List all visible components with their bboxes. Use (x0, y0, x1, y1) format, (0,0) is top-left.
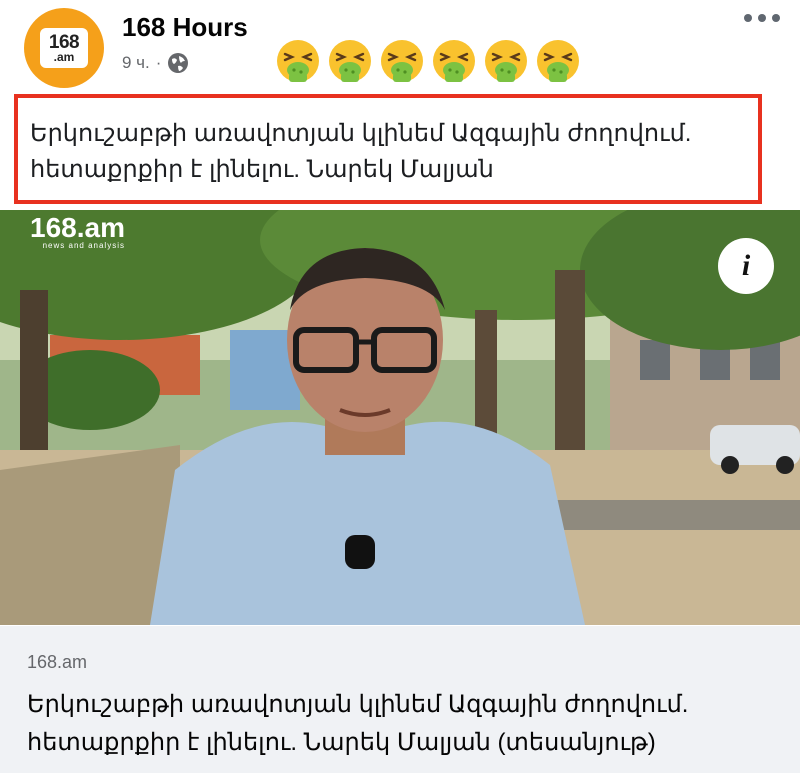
post-meta: 9 ч. · (122, 52, 189, 74)
post-text-line-1: Երկուշաբթի առավոտյան կլինեմ Ազգային ժողո… (30, 120, 692, 147)
vomiting-face-icon (329, 40, 371, 82)
more-options-icon[interactable] (744, 14, 780, 22)
vomiting-face-icon (485, 40, 527, 82)
link-domain: 168.am (27, 652, 88, 672)
post-time[interactable]: 9 ч. (122, 53, 150, 73)
info-icon: i (741, 249, 751, 282)
vomiting-face-icon (537, 40, 579, 82)
vomiting-face-icon (277, 40, 319, 82)
page-avatar[interactable]: 168 .am (24, 8, 104, 88)
vomiting-face-icon (381, 40, 423, 82)
video-watermark-tagline: news and analysis (42, 241, 125, 250)
video-thumbnail[interactable]: 168.am news and analysis i (0, 210, 800, 625)
globe-icon[interactable] (167, 52, 189, 74)
post-text-line-2: հետաքրքիր է լինելու. Նարեկ Մալյան (30, 156, 494, 183)
video-frame-illustration (0, 210, 800, 625)
168am-logo: 168 .am (40, 28, 88, 68)
vomiting-face-icon (433, 40, 475, 82)
page-name-link[interactable]: 168 Hours (122, 12, 248, 43)
info-button[interactable]: i (718, 238, 774, 294)
video-watermark-logo: 168.am (30, 212, 125, 243)
emoji-row (275, 38, 581, 84)
link-title[interactable]: Երկուշաբթի առավոտյան կլինեմ Ազգային ժողո… (27, 686, 787, 762)
video-watermark: 168.am news and analysis (30, 214, 125, 250)
logo-text-domain: .am (53, 50, 75, 64)
meta-separator: · (155, 53, 162, 72)
post-text-highlight: Երկուշաբթի առավոտյան կլինեմ Ազգային ժողո… (14, 94, 762, 204)
